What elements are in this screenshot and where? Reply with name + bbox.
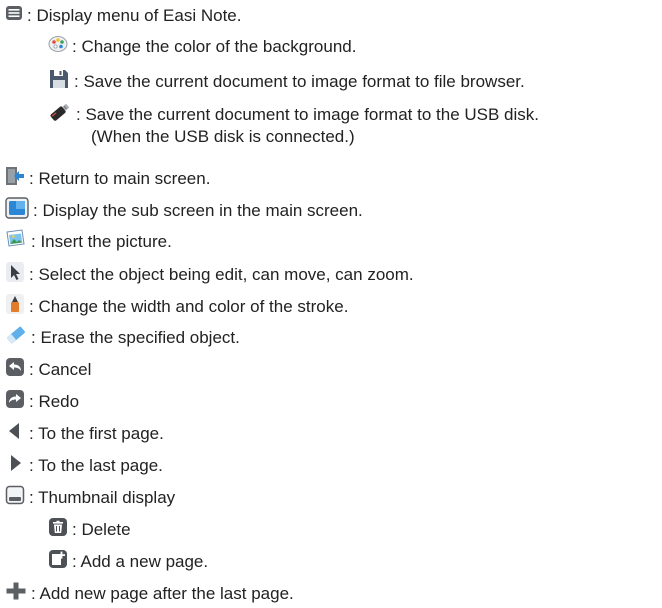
- item-text: : Add new page after the last page.: [31, 583, 294, 603]
- item-text: : Delete: [72, 519, 131, 539]
- list-item: : Insert the picture.: [5, 229, 172, 254]
- thumbnail-icon: [5, 485, 25, 510]
- pen-icon: [5, 293, 25, 320]
- item-text: : Erase the specified object.: [31, 327, 240, 347]
- picture-icon: [5, 229, 27, 254]
- list-item: : Delete: [48, 517, 131, 542]
- exit-icon: [5, 165, 25, 192]
- eraser-icon: [5, 325, 27, 350]
- menu-icon: [5, 5, 23, 26]
- list-item: : Cancel: [5, 357, 91, 382]
- usb-drive-icon: [48, 101, 72, 128]
- item-text: : Change the width and color of the stro…: [29, 296, 349, 316]
- item-text: : Return to main screen.: [29, 168, 211, 188]
- list-item: : Save the current document to image for…: [48, 68, 525, 95]
- add-page-icon: [48, 549, 68, 574]
- list-item: : Add new page after the last page.: [5, 581, 294, 606]
- list-item: : Display the sub screen in the main scr…: [5, 197, 363, 224]
- item-text: : Add a new page.: [72, 551, 209, 571]
- list-item: : Add a new page.: [48, 549, 208, 574]
- item-text: : Save the current document to image for…: [76, 104, 540, 124]
- plus-icon: [5, 581, 27, 606]
- list-item: : Change the color of the background.: [48, 35, 356, 58]
- item-text: : Save the current document to image for…: [74, 71, 525, 91]
- floppy-disk-icon: [48, 68, 70, 95]
- item-text: : Display menu of Easi Note.: [27, 5, 242, 25]
- palette-icon: [48, 35, 68, 58]
- list-item: : Thumbnail display: [5, 485, 175, 510]
- list-item: : Display menu of Easi Note.: [5, 5, 241, 26]
- item-text: : Thumbnail display: [29, 487, 176, 507]
- item-continuation: (When the USB disk is connected.): [91, 127, 355, 146]
- list-item: : Erase the specified object.: [5, 325, 240, 350]
- first-page-icon: [5, 421, 25, 446]
- item-text: : Select the object being edit, can move…: [29, 264, 414, 284]
- list-item: : Save the current document to image for…: [48, 101, 539, 128]
- item-text: : Display the sub screen in the main scr…: [33, 200, 363, 220]
- list-item: : To the first page.: [5, 421, 164, 446]
- trash-icon: [48, 517, 68, 542]
- item-text: : Change the color of the background.: [72, 36, 357, 56]
- list-item: : Select the object being edit, can move…: [5, 261, 414, 288]
- item-text: : Cancel: [29, 359, 92, 379]
- undo-icon: [5, 357, 25, 382]
- item-text: : Redo: [29, 391, 80, 411]
- list-item: : Change the width and color of the stro…: [5, 293, 348, 320]
- item-text: : To the first page.: [29, 423, 164, 443]
- list-item: : To the last page.: [5, 453, 163, 478]
- item-text: : Insert the picture.: [31, 231, 172, 251]
- redo-icon: [5, 389, 25, 414]
- list-item: : Redo: [5, 389, 79, 414]
- last-page-icon: [5, 453, 25, 478]
- sub-screen-icon: [5, 197, 29, 224]
- cursor-arrow-icon: [5, 261, 25, 288]
- list-item: : Return to main screen.: [5, 165, 210, 192]
- item-text: : To the last page.: [29, 455, 163, 475]
